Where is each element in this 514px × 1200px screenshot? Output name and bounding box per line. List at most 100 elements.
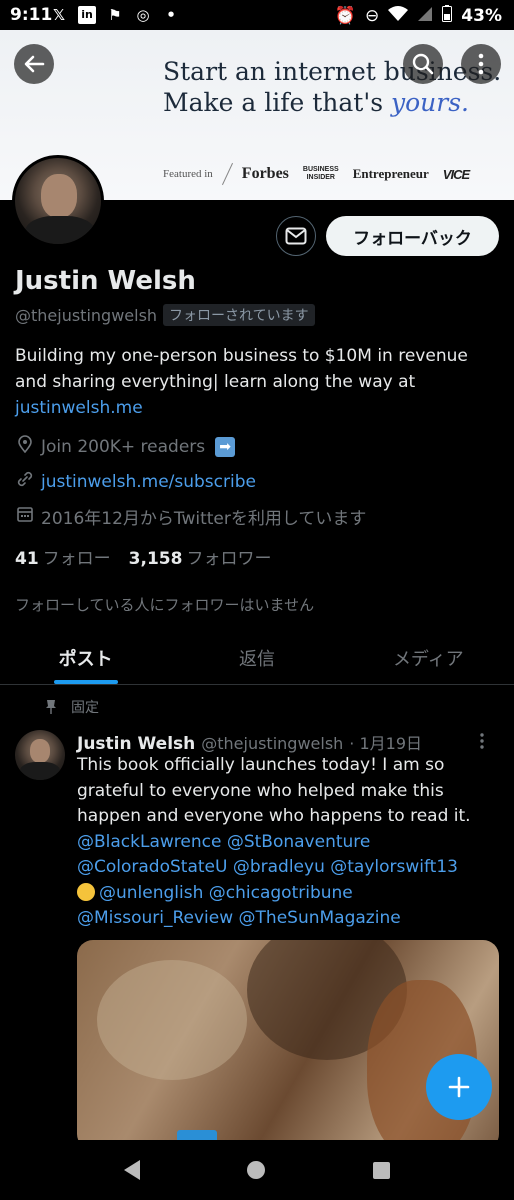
tweet-date: · 1月19日 xyxy=(349,734,423,753)
status-bar: 9:11 𝕏 in ⚑ ◎ • ⏰ ⊖ 43% xyxy=(0,0,514,30)
signal-icon xyxy=(417,6,433,27)
divider xyxy=(221,162,233,186)
banner-line-2-em: yours. xyxy=(390,88,469,117)
pinned-label: 固定 xyxy=(71,700,99,716)
forbes-logo: Forbes xyxy=(241,165,289,182)
following-label: フォロー xyxy=(42,549,111,569)
arrow-left-icon xyxy=(24,55,45,73)
location-row: Join 200K+ readers ➡ xyxy=(15,435,236,458)
message-button[interactable] xyxy=(276,216,316,256)
battery-level: 43% xyxy=(461,6,502,26)
vice-logo: VICE xyxy=(442,166,470,182)
banner-line-1: Start an internet business. xyxy=(163,57,502,86)
handle-row: @thejustingwelsh フォローされています xyxy=(15,304,315,326)
compose-post-button[interactable] xyxy=(426,1054,492,1120)
search-icon xyxy=(412,53,434,75)
search-button[interactable] xyxy=(403,44,443,84)
banner-line-2-prefix: Make a life that's xyxy=(163,88,391,117)
joined-row: 2016年12月からTwitterを利用しています xyxy=(15,504,366,529)
back-button[interactable] xyxy=(14,44,54,84)
calendar-icon xyxy=(15,506,35,527)
notification-icons: 𝕏 in ⚑ ◎ • xyxy=(50,6,180,24)
tweet-mentions-4[interactable]: @Missouri_Review @TheSunMagazine xyxy=(77,908,401,928)
more-vertical-icon xyxy=(478,53,484,75)
tab-media[interactable]: メディア xyxy=(343,632,514,684)
bi-line-2: INSIDER xyxy=(306,174,335,181)
tweet-author-handle: @thejustingwelsh xyxy=(201,734,344,753)
nav-home-icon[interactable] xyxy=(247,1161,266,1179)
alarm-icon: ⏰ xyxy=(334,6,357,26)
more-options-button[interactable] xyxy=(461,44,501,84)
link-icon xyxy=(15,470,35,493)
battery-icon xyxy=(442,5,453,27)
website-link[interactable]: justinwelsh.me/subscribe xyxy=(41,472,256,492)
flag-icon: ⚑ xyxy=(108,6,122,24)
wifi-icon xyxy=(388,5,409,27)
profile-name: Justin Welsh xyxy=(15,266,196,296)
tweet-mentions-3[interactable]: @unlenglish @chicagotribune xyxy=(99,883,353,903)
tweet-body: This book officially launches today! I a… xyxy=(77,753,507,932)
avatar-body xyxy=(20,762,60,780)
followers-count: 3,158 xyxy=(128,549,183,569)
pinned-indicator: 固定 xyxy=(45,697,99,717)
followers-label: フォロワー xyxy=(186,549,272,569)
nav-recents-icon[interactable] xyxy=(373,1161,391,1179)
bio-text: Building my one-person business to $10M … xyxy=(15,346,468,392)
tweet-avatar[interactable] xyxy=(15,730,65,780)
more-vertical-icon xyxy=(480,733,484,749)
profile-tabs: ポスト 返信 メディア xyxy=(0,632,514,685)
tweet-media-image[interactable] xyxy=(77,940,499,1150)
media-shape xyxy=(97,960,247,1080)
linkedin-icon: in xyxy=(78,6,96,24)
banner-headline: Start an internet business. Make a life … xyxy=(163,56,501,118)
right-arrow-emoji: ➡ xyxy=(215,436,236,457)
bi-line-1: BUSINESS xyxy=(302,166,339,173)
plus-icon xyxy=(448,1076,470,1098)
pin-icon xyxy=(46,700,56,714)
tweet-mentions-2[interactable]: @ColoradoStateU @bradleyu @taylorswift13 xyxy=(77,857,458,877)
tweet-mentions-1[interactable]: @BlackLawrence @StBonaventure xyxy=(77,832,370,852)
following-count: 41 xyxy=(15,549,39,569)
tweet-author-name[interactable]: Justin Welsh xyxy=(77,734,195,754)
tweet-text: This book officially launches today! I a… xyxy=(77,755,471,826)
tab-label: メディア xyxy=(392,649,464,670)
profile-bio: Building my one-person business to $10M … xyxy=(15,343,505,421)
nav-back-icon[interactable] xyxy=(123,1160,140,1180)
system-nav-bar xyxy=(0,1140,514,1200)
tab-label: 返信 xyxy=(238,649,275,670)
followers-count-link[interactable]: 3,158 フォロワー xyxy=(129,544,272,569)
website-row: justinwelsh.me/subscribe xyxy=(15,470,256,493)
business-insider-logo: BUSINESS INSIDER xyxy=(303,166,339,182)
banner-line-2: Make a life that's yours. xyxy=(163,87,501,118)
location-text: Join 200K+ readers xyxy=(41,436,206,457)
featured-in-row: Featured in Forbes BUSINESS INSIDER Entre… xyxy=(163,162,470,186)
featured-in-label: Featured in xyxy=(163,168,213,180)
follows-you-badge: フォローされています xyxy=(163,304,315,326)
system-icons: ⏰ ⊖ 43% xyxy=(335,5,502,27)
joined-text: 2016年12月からTwitterを利用しています xyxy=(41,509,367,529)
following-count-link[interactable]: 41 フォロー xyxy=(15,544,111,569)
follow-back-button[interactable]: フォローバック xyxy=(326,216,499,256)
dot-icon: • xyxy=(166,6,176,24)
profile-avatar[interactable] xyxy=(12,155,104,247)
tweet-header: Justin Welsh @thejustingwelsh · 1月19日 xyxy=(77,730,422,754)
tweet-more-button[interactable] xyxy=(480,733,484,754)
avatar-body xyxy=(25,216,95,244)
avatar-head xyxy=(30,739,50,763)
tab-label: ポスト xyxy=(58,649,113,670)
laughing-emoji xyxy=(77,882,95,901)
tab-posts[interactable]: ポスト xyxy=(0,632,171,684)
entrepreneur-logo: Entrepreneur xyxy=(352,166,429,181)
avatar-head xyxy=(41,174,77,218)
location-pin-icon xyxy=(15,435,35,458)
active-tab-indicator xyxy=(53,680,118,684)
mail-icon xyxy=(285,227,307,245)
dnd-icon: ⊖ xyxy=(365,6,380,26)
profile-handle: @thejustingwelsh xyxy=(15,305,158,325)
follow-counts: 41 フォロー 3,158 フォロワー xyxy=(15,544,271,569)
status-time: 9:11 xyxy=(10,5,53,25)
bio-link[interactable]: justinwelsh.me xyxy=(15,398,143,418)
tab-replies[interactable]: 返信 xyxy=(171,632,342,684)
chrome-icon: ◎ xyxy=(136,6,150,24)
x-icon: 𝕏 xyxy=(52,6,66,24)
